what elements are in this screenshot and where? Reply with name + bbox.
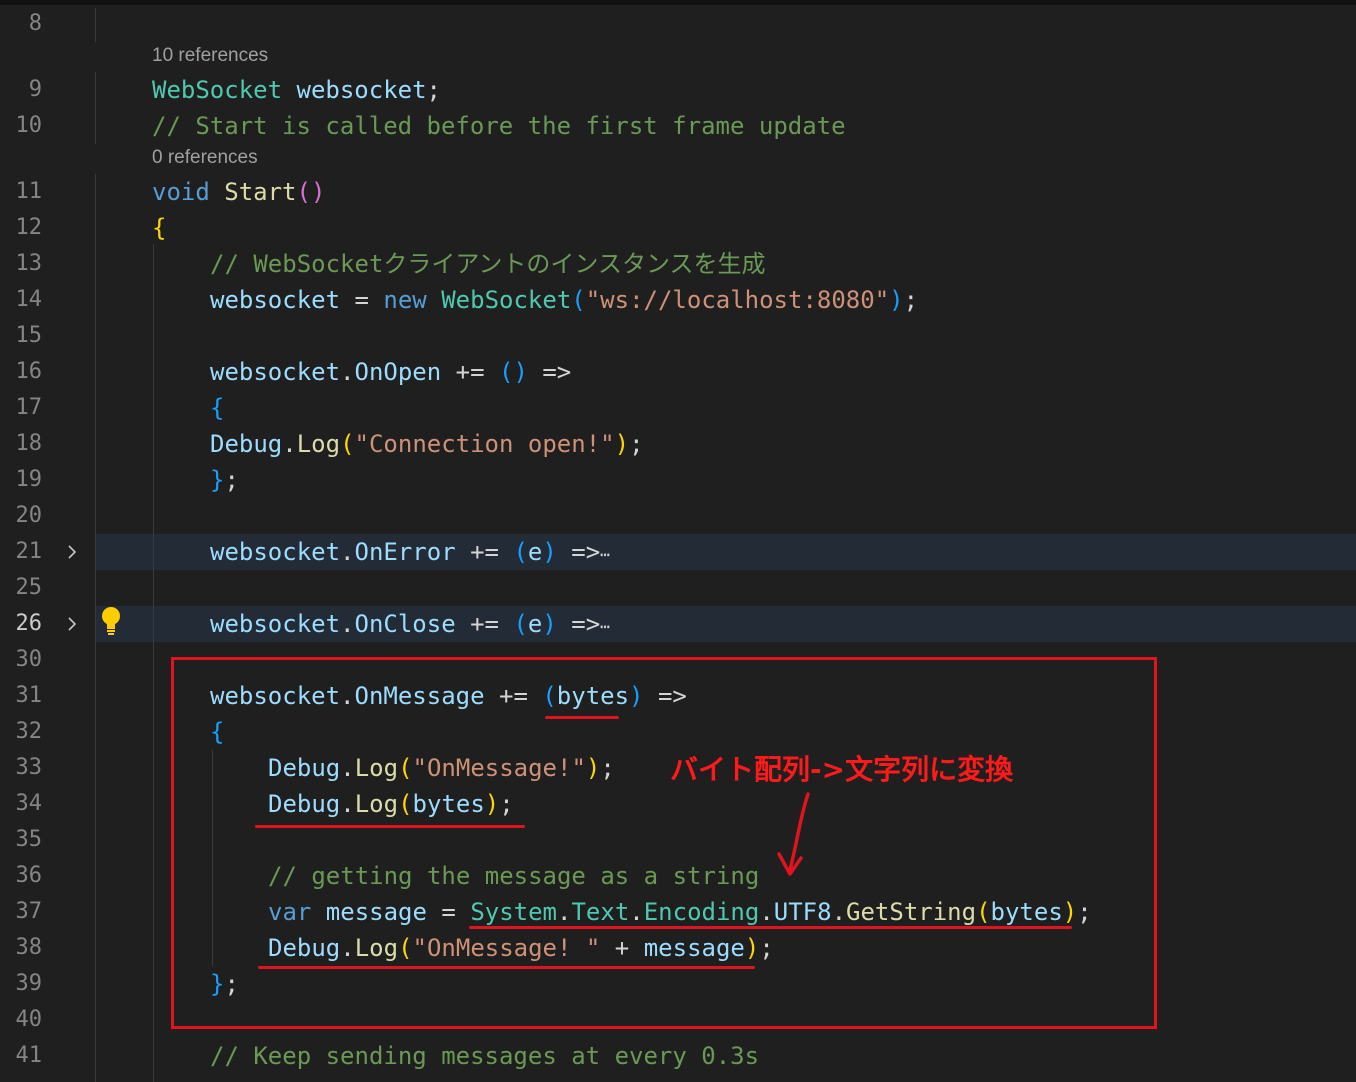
line-number: 13 xyxy=(15,251,43,276)
code-line-17-brace[interactable]: { xyxy=(210,390,224,426)
annotation-underline xyxy=(545,716,619,719)
annotation-underline xyxy=(255,825,525,828)
line-number: 37 xyxy=(15,899,43,924)
annotation-underline xyxy=(469,926,1072,929)
line-number: 34 xyxy=(15,791,43,816)
code-line-12-brace[interactable]: { xyxy=(152,210,166,246)
annotation-arrow-icon xyxy=(777,792,810,876)
fold-ellipsis[interactable]: ⋯ xyxy=(600,617,610,636)
codelens-references[interactable]: 10 references xyxy=(152,43,268,69)
line-number: 38 xyxy=(15,935,43,960)
code-line-11[interactable]: void Start() xyxy=(152,174,325,210)
line-number: 33 xyxy=(15,755,43,780)
line-number: 14 xyxy=(15,287,43,312)
line-number: 41 xyxy=(15,1043,43,1068)
line-number: 21 xyxy=(15,539,43,564)
code-line-18[interactable]: Debug.Log("Connection open!"); xyxy=(210,426,644,462)
lightbulb-icon[interactable] xyxy=(100,606,122,636)
line-number: 9 xyxy=(28,77,42,102)
annotation-underline xyxy=(258,966,755,969)
line-number: 10 xyxy=(15,113,43,138)
indent-guide xyxy=(95,72,96,144)
code-line-41-comment[interactable]: // Keep sending messages at every 0.3s xyxy=(210,1038,759,1074)
code-line-14[interactable]: websocket = new WebSocket("ws://localhos… xyxy=(210,282,918,318)
code-line-13-comment[interactable]: // WebSocketクライアントのインスタンスを生成 xyxy=(210,246,765,282)
line-number: 35 xyxy=(15,827,43,852)
code-line-10-comment[interactable]: // Start is called before the first fram… xyxy=(152,108,846,144)
fold-ellipsis[interactable]: ⋯ xyxy=(600,545,610,564)
chevron-right-icon[interactable] xyxy=(64,544,80,560)
editor-top-edge xyxy=(0,0,1356,5)
annotation-highlight-box xyxy=(171,657,1157,1029)
indent-guide xyxy=(95,8,96,42)
annotation-label: バイト配列->文字列に変換 xyxy=(670,753,1014,786)
indent-guide xyxy=(95,174,96,1082)
line-number: 17 xyxy=(15,395,43,420)
line-number: 12 xyxy=(15,215,43,240)
chevron-right-icon[interactable] xyxy=(64,616,80,632)
line-number: 40 xyxy=(15,1007,43,1032)
line-number: 39 xyxy=(15,971,43,996)
line-number: 32 xyxy=(15,719,43,744)
line-number: 25 xyxy=(15,575,43,600)
line-number: 19 xyxy=(15,467,43,492)
code-line-26-folded[interactable]: websocket.OnClose += (e) =>⋯ xyxy=(210,606,610,642)
line-number: 8 xyxy=(28,11,42,36)
line-number: 20 xyxy=(15,503,43,528)
line-number: 11 xyxy=(15,179,43,204)
code-line-16[interactable]: websocket.OnOpen += () => xyxy=(210,354,571,390)
line-number: 18 xyxy=(15,431,43,456)
line-number-current: 26 xyxy=(15,611,43,636)
codelens-references[interactable]: 0 references xyxy=(152,145,258,171)
code-line-9[interactable]: WebSocket websocket; xyxy=(152,72,441,108)
indent-guide xyxy=(153,244,154,1082)
line-number: 36 xyxy=(15,863,43,888)
code-line-19[interactable]: }; xyxy=(210,462,239,498)
code-line-21-folded[interactable]: websocket.OnError += (e) =>⋯ xyxy=(210,534,610,570)
line-number: 15 xyxy=(15,323,43,348)
line-number: 16 xyxy=(15,359,43,384)
line-number: 30 xyxy=(15,647,43,672)
line-number: 31 xyxy=(15,683,43,708)
